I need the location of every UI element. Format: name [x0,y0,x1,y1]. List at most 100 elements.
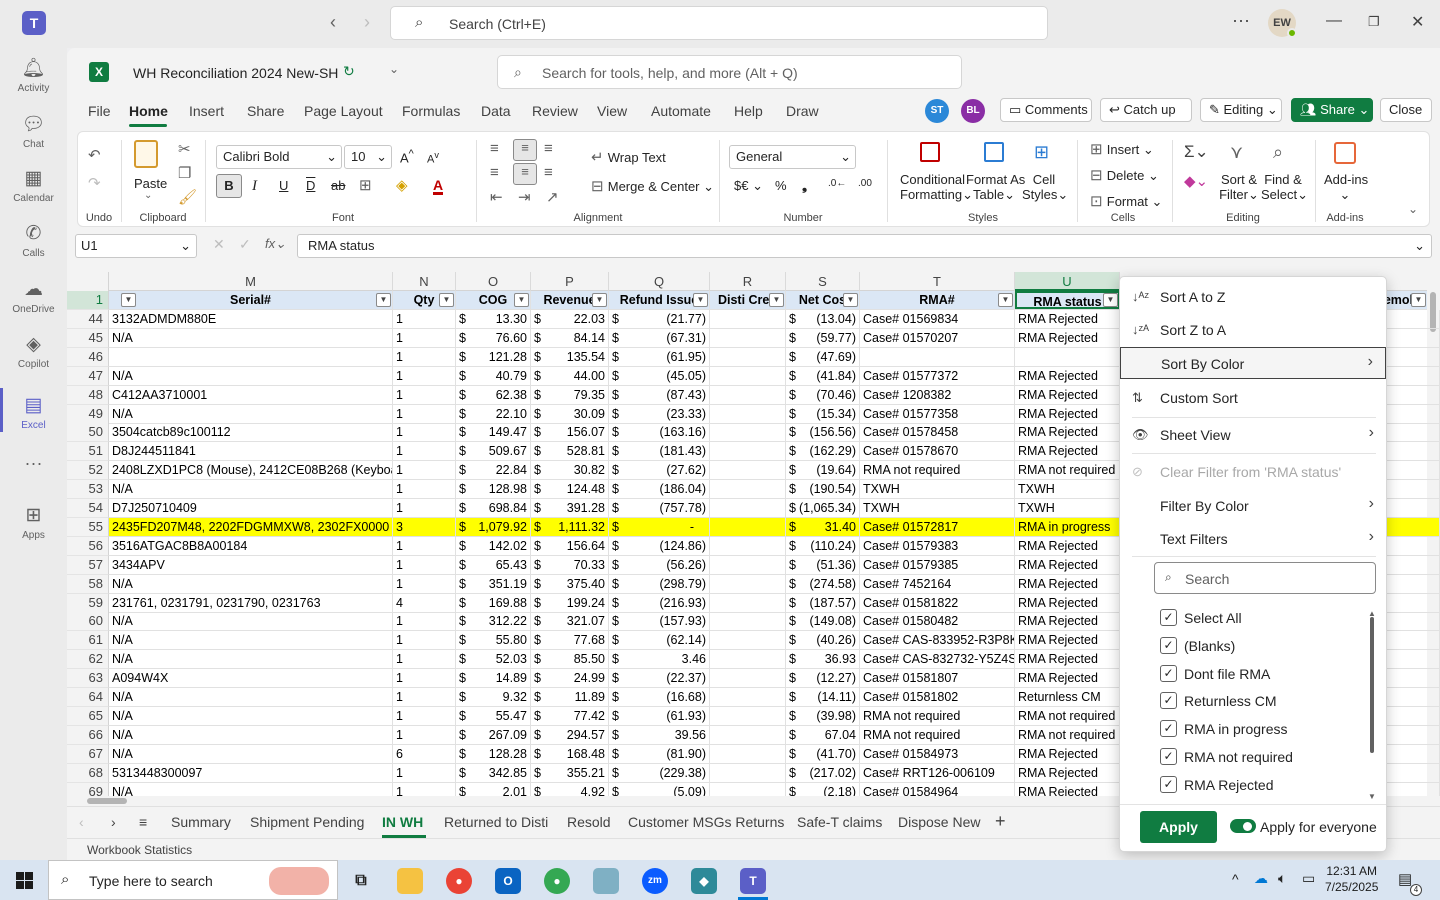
cell-ref[interactable]: $ (157.93) [609,612,710,631]
column-header-m[interactable]: M [109,272,393,291]
cell-rma[interactable]: Case# 01580482 [860,612,1015,631]
cell-status[interactable]: RMA not required [1015,725,1120,744]
cell-disti[interactable] [710,442,786,461]
cell-ref[interactable]: $ (22.37) [609,669,710,688]
cell-status[interactable] [1015,347,1120,366]
system-clock[interactable]: 12:31 AM 7/25/2025 [1325,863,1378,895]
horizontal-scroll-thumb[interactable] [87,798,127,804]
cell-rev[interactable]: $391.28 [531,499,609,517]
workbook-statistics[interactable]: Workbook Statistics [87,843,192,857]
cell-status[interactable]: RMA Rejected [1015,631,1120,650]
cell-cog[interactable]: $698.84 [456,499,531,517]
cell-cog[interactable]: $14.89 [456,669,531,688]
cell-net[interactable]: $36.93 [786,650,860,669]
cell-rma[interactable]: Case# 01578458 [860,423,1015,442]
serial-header[interactable]: Serial# [109,291,393,309]
decrease-font-icon[interactable]: Av [427,150,439,166]
row-header[interactable]: 62 [67,650,109,670]
more-options-icon[interactable]: ··· [1232,10,1250,31]
cell-disti[interactable] [710,763,786,782]
cell-qty[interactable]: 4 [393,593,456,612]
insert-cells-button[interactable]: ⊞ Insert ⌄ [1090,140,1154,158]
cell-net[interactable]: $ (14.11) [786,688,860,706]
cell-rev[interactable]: $355.21 [531,763,609,782]
row-header[interactable]: 46 [67,347,109,367]
row-header[interactable]: 69 [67,782,109,796]
cell-serial[interactable]: 2408LZXD1PC8 (Mouse), 2412CE08B268 (Keyb… [109,461,393,480]
back-arrow-icon[interactable]: ‹ [330,12,336,33]
cell-rma[interactable]: RMA not required [860,461,1015,480]
cell-rev[interactable]: $1,111.32 [531,517,609,536]
cell-disti[interactable] [710,669,786,688]
cell-net[interactable]: $ (70.46) [786,385,860,404]
cell-net[interactable]: $ (217.02) [786,763,860,782]
column-header-r[interactable]: R [710,272,786,291]
cell-status[interactable]: RMA Rejected [1015,366,1120,385]
cell-status[interactable]: RMA Rejected [1015,593,1120,612]
cell-ref[interactable]: $ (757.78) [609,499,710,517]
cell-ref[interactable]: $ (181.43) [609,442,710,461]
cell-net[interactable]: $ (59.77) [786,328,860,347]
filter-value-label[interactable]: (Blanks) [1184,638,1235,654]
cell-rev[interactable]: $294.57 [531,725,609,744]
chevron-down-icon[interactable]: ⌄ [144,190,152,201]
sheet-tab-dispose-new[interactable]: Dispose New [898,814,980,830]
cell-rma[interactable]: TXWH [860,499,1015,517]
undo-icon[interactable]: ↶ [88,146,101,164]
cell-qty[interactable]: 1 [393,555,456,574]
cell-disti[interactable] [710,744,786,763]
rail-calls[interactable]: ✆ Calls [0,222,67,259]
percent-format-button[interactable]: % [775,178,787,193]
catch-up-button[interactable]: ↩ Catch up [1100,98,1192,122]
app-icon[interactable]: ◆ [691,868,717,894]
tab-draw[interactable]: Draw [786,103,819,119]
cell-qty[interactable]: 1 [393,782,456,796]
cell-disti[interactable] [710,688,786,706]
cell-status[interactable]: RMA Rejected [1015,404,1120,423]
cell-net[interactable]: $ (149.08) [786,612,860,631]
cell-rev[interactable]: $44.00 [531,366,609,385]
format-painter-icon[interactable]: 🖌︎ [178,188,197,206]
cell-cog[interactable]: $121.28 [456,347,531,366]
cell-cog[interactable]: $312.22 [456,612,531,631]
clear-icon[interactable]: ◆⌄ [1184,172,1208,190]
cell-cog[interactable]: $9.32 [456,688,531,706]
cell-disti[interactable] [710,593,786,612]
increase-font-icon[interactable]: A^ [400,148,414,165]
cell-rma[interactable]: Case# 01584973 [860,744,1015,763]
cell-rma[interactable]: Case# 01581802 [860,688,1015,706]
cell-ref[interactable]: $ (23.33) [609,404,710,423]
filter-dropdown-button[interactable]: ▼ [121,293,136,307]
prev-sheet-icon[interactable]: ‹ [79,814,84,830]
tool-search-input[interactable]: ⌕ Search for tools, help, and more (Alt … [497,55,962,89]
cell-disti[interactable] [710,555,786,574]
cell-qty[interactable]: 1 [393,706,456,725]
filter-value-checkbox[interactable]: ✓ [1160,692,1177,710]
cut-icon[interactable]: ✂ [178,140,191,158]
row-header[interactable]: 50 [67,423,109,443]
cell-serial[interactable]: 3516ATGAC8B8A00184 [109,536,393,555]
cell-rev[interactable]: $168.48 [531,744,609,763]
cell-qty[interactable]: 3 [393,517,456,536]
custom-sort-item[interactable]: ⇅ Custom Sort [1120,382,1386,414]
cell-disti[interactable] [710,310,786,328]
sheet-tab-in-wh[interactable]: IN WH [382,814,423,830]
cell-serial[interactable]: 3434APV [109,555,393,574]
rail-more[interactable]: ··· [0,453,67,474]
cell-ref[interactable]: $ (5.09) [609,782,710,796]
cell-rma[interactable]: Case# CAS-833952-R3P8K6-1 [860,631,1015,650]
row-header[interactable]: 55 [67,517,109,537]
cell-serial[interactable]: C412AA3710001 [109,385,393,404]
filter-value-checkbox[interactable]: ✓ [1160,664,1177,682]
cell-net[interactable]: $ (15.34) [786,404,860,423]
filter-dropdown-button[interactable]: ▼ [843,293,858,307]
filter-value-checkbox[interactable]: ✓ [1160,609,1177,626]
cell-qty[interactable]: 1 [393,385,456,404]
cell-rma[interactable]: RMA not required [860,725,1015,744]
font-size-select[interactable]: 10 ⌄ [344,145,392,169]
filter-list-scrollbar[interactable] [1370,617,1374,753]
filter-dropdown-button[interactable]: ▼ [592,293,607,307]
cell-ref[interactable]: $ (56.26) [609,555,710,574]
row-header[interactable]: 52 [67,461,109,481]
cell-disti[interactable] [710,536,786,555]
